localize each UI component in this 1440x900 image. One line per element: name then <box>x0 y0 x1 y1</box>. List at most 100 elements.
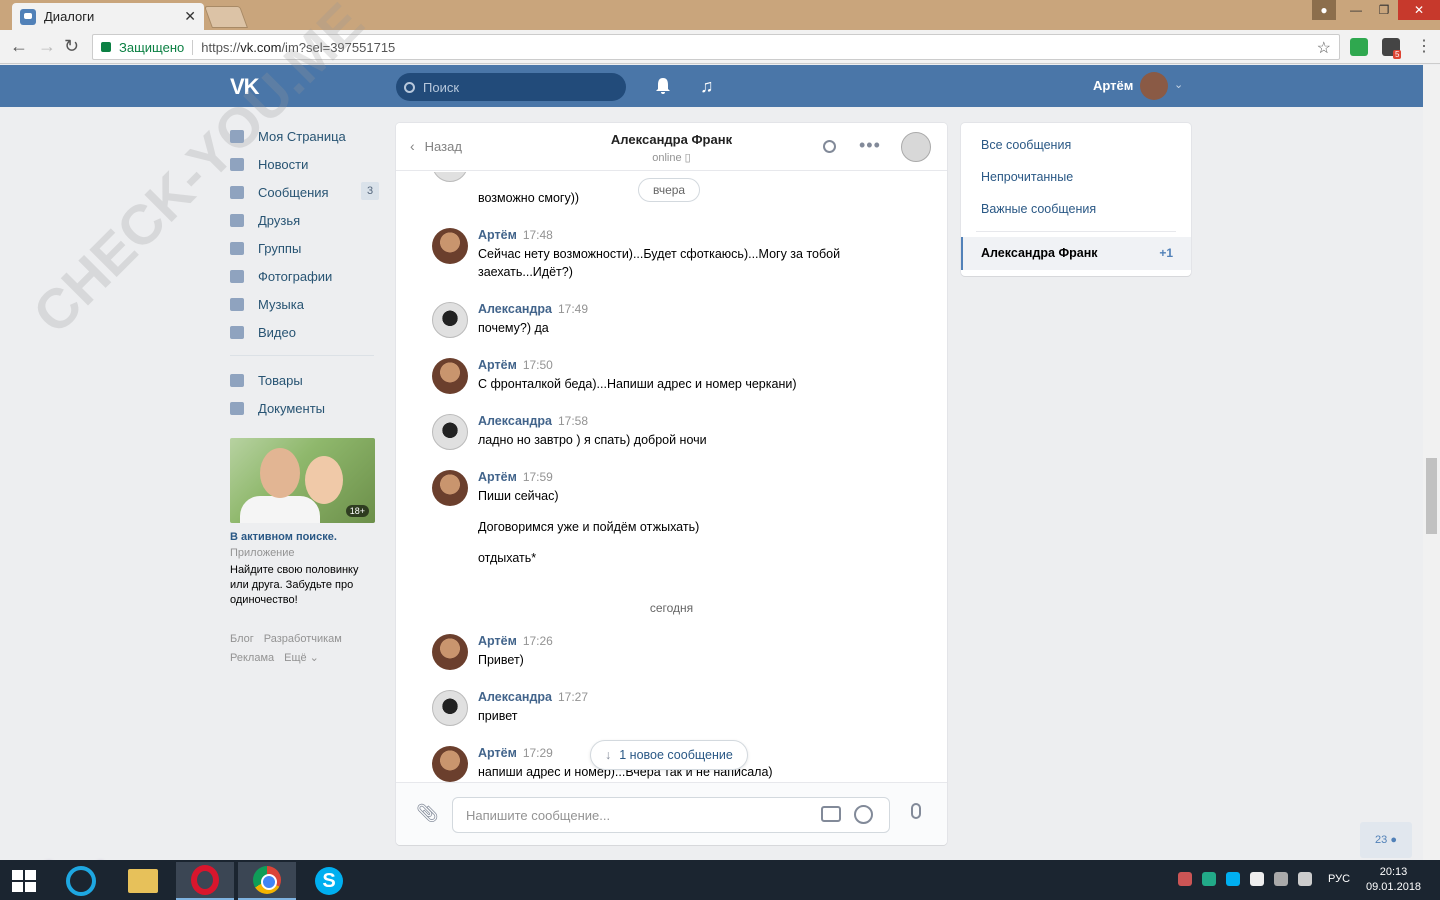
author-name[interactable]: Артём <box>478 358 517 372</box>
tray-app-icon[interactable] <box>1178 872 1192 886</box>
taskbar-clock[interactable]: 20:13 09.01.2018 <box>1366 865 1421 895</box>
browser-menu-icon[interactable]: ⋮ <box>1416 36 1432 56</box>
vk-logo[interactable]: VK <box>230 74 260 100</box>
taskbar-skype[interactable]: S <box>300 862 358 900</box>
notifications-bell-icon[interactable] <box>655 77 671 95</box>
video-icon <box>230 325 244 339</box>
avatar[interactable] <box>432 746 468 782</box>
author-name[interactable]: Артём <box>478 634 517 648</box>
author-name[interactable]: Александра <box>478 690 552 704</box>
reload-icon[interactable]: ↻ <box>64 36 79 57</box>
nav-item-groups[interactable]: Группы <box>230 234 380 262</box>
menu-unread[interactable]: Непрочитанные <box>981 170 1073 184</box>
address-bar[interactable]: Защищено https://vk.com/im?sel=397551715… <box>92 34 1340 60</box>
message-list[interactable]: возможно смогу)) вчера Артём 17:48 Сейчас… <box>396 172 947 782</box>
footer-link-ads[interactable]: Реклама <box>230 652 274 664</box>
message-author[interactable]: Артём 17:29 <box>478 746 553 760</box>
scroll-thumb[interactable] <box>1426 458 1437 534</box>
ad-title[interactable]: В активном поиске. <box>230 531 380 543</box>
nav-item-my-page[interactable]: Моя Страница <box>230 122 380 150</box>
nav-item-video[interactable]: Видео <box>230 318 380 346</box>
footer-link-developers[interactable]: Разработчикам <box>264 633 342 645</box>
message-input[interactable] <box>466 807 806 823</box>
new-tab-button[interactable] <box>203 6 249 28</box>
menu-important[interactable]: Важные сообщения <box>981 202 1096 216</box>
avatar[interactable] <box>432 690 468 726</box>
tray-vk-icon[interactable] <box>1202 872 1216 886</box>
taskbar-opera[interactable] <box>176 862 234 900</box>
page-scrollbar[interactable] <box>1423 65 1440 860</box>
nav-item-docs[interactable]: Документы <box>230 394 380 422</box>
message-author[interactable]: Артём 17:59 <box>478 470 553 484</box>
taskbar-chrome[interactable] <box>238 862 296 900</box>
header-user-name[interactable]: Артём <box>1093 78 1133 93</box>
nav-item-messages[interactable]: Сообщения 3 <box>230 178 380 206</box>
windows-start-icon[interactable] <box>12 870 36 892</box>
message-time: 17:48 <box>522 228 553 242</box>
message-author[interactable]: Александра 17:27 <box>478 690 588 704</box>
profile-icon[interactable]: ● <box>1312 0 1336 20</box>
message-time: 17:26 <box>522 634 553 648</box>
message-author[interactable]: Артём 17:50 <box>478 358 553 372</box>
nav-item-market[interactable]: Товары <box>230 366 380 394</box>
tray-security-icon[interactable] <box>1250 872 1264 886</box>
friends-online-button[interactable]: 23 ● <box>1360 822 1412 858</box>
minimize-button[interactable]: — <box>1342 0 1370 20</box>
peer-avatar[interactable] <box>901 132 931 162</box>
new-message-button[interactable]: ↓ 1 новое сообщение <box>590 740 748 770</box>
message-author[interactable]: Артём 17:48 <box>478 228 553 242</box>
ad-image[interactable]: 18+ <box>230 438 375 523</box>
attach-paperclip-icon[interactable]: 📎︎ <box>416 803 439 824</box>
avatar[interactable] <box>432 414 468 450</box>
nav-item-photos[interactable]: Фотографии <box>230 262 380 290</box>
active-dialog-item[interactable]: Александра Франк +1 <box>961 237 1191 270</box>
browser-tab[interactable]: Диалоги ✕ <box>12 3 204 30</box>
avatar[interactable] <box>432 172 468 182</box>
emoji-icon[interactable] <box>854 805 873 824</box>
avatar[interactable] <box>432 302 468 338</box>
nav-item-music[interactable]: Музыка <box>230 290 380 318</box>
search-box[interactable] <box>396 73 626 101</box>
avatar[interactable] <box>432 634 468 670</box>
taskbar-ie[interactable] <box>52 862 110 900</box>
author-name[interactable]: Александра <box>478 302 552 316</box>
more-options-icon[interactable]: ••• <box>859 135 881 156</box>
microphone-icon[interactable] <box>911 803 921 819</box>
back-arrow-icon[interactable]: ← <box>10 36 28 57</box>
forward-arrow-icon[interactable]: → <box>38 36 56 57</box>
tab-close-icon[interactable]: ✕ <box>184 8 196 25</box>
footer-link-more[interactable]: Ещё ⌄ <box>284 652 319 664</box>
message-time: 17:59 <box>522 470 553 484</box>
network-icon[interactable] <box>1274 872 1288 886</box>
search-icon[interactable] <box>823 140 836 153</box>
avatar[interactable] <box>432 470 468 506</box>
taskbar-explorer[interactable] <box>114 862 172 900</box>
language-indicator[interactable]: РУС <box>1328 873 1350 885</box>
message-author[interactable]: Александра 17:58 <box>478 414 588 428</box>
camera-icon[interactable] <box>821 806 841 822</box>
nav-item-news[interactable]: Новости <box>230 150 380 178</box>
menu-all-messages[interactable]: Все сообщения <box>981 138 1071 152</box>
avatar[interactable] <box>432 228 468 264</box>
volume-icon[interactable] <box>1298 872 1312 886</box>
header-avatar[interactable] <box>1140 72 1168 100</box>
search-input[interactable] <box>423 79 613 95</box>
footer-link-blog[interactable]: Блог <box>230 633 254 645</box>
chevron-down-icon[interactable]: ⌄ <box>1174 78 1183 91</box>
bookmark-star-icon[interactable]: ☆ <box>1317 38 1331 58</box>
shield-extension-icon[interactable] <box>1350 38 1368 56</box>
tray-skype-icon[interactable] <box>1226 872 1240 886</box>
home-icon <box>230 129 244 143</box>
author-name[interactable]: Артём <box>478 228 517 242</box>
author-name[interactable]: Артём <box>478 746 517 760</box>
avatar[interactable] <box>432 358 468 394</box>
author-name[interactable]: Александра <box>478 414 552 428</box>
author-name[interactable]: Артём <box>478 470 517 484</box>
message-author[interactable]: Артём 17:26 <box>478 634 553 648</box>
message-input-box[interactable] <box>452 797 890 833</box>
maximize-button[interactable]: ❐ <box>1370 0 1398 20</box>
close-window-button[interactable]: ✕ <box>1398 0 1440 20</box>
message-author[interactable]: Александра 17:49 <box>478 302 588 316</box>
nav-item-friends[interactable]: Друзья <box>230 206 380 234</box>
music-icon[interactable]: ♫ <box>700 76 714 97</box>
